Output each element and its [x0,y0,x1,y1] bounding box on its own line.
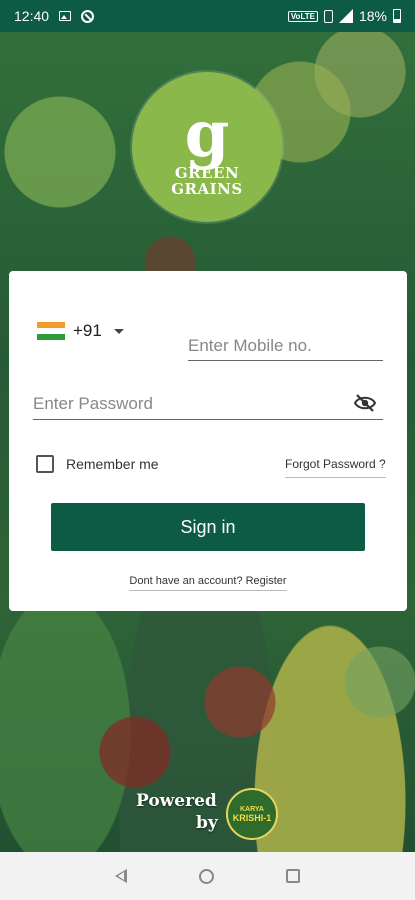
blocked-circle-icon [81,9,95,23]
volte-badge: VoLTE [287,10,318,22]
recents-icon[interactable] [286,869,300,883]
visibility-off-icon[interactable] [353,393,377,413]
home-icon[interactable] [199,868,214,884]
chevron-down-icon [113,328,124,334]
partner-logo: KARYA KRISHI-1 [226,788,278,840]
status-bar-left: 12:40 [14,8,95,24]
logo-line2: GRAINS [171,180,243,198]
remember-label: Remember me [66,456,159,472]
powered-by: Powered by [136,790,218,834]
country-code-picker[interactable]: +91 [37,321,124,341]
login-card: +91 Remember me Forgot Password ? Sign i… [9,271,407,611]
logo-line1: GREEN [174,164,240,182]
register-link[interactable]: Dont have an account? Register [129,575,287,591]
india-flag-icon [37,321,65,341]
partner-small-text: KARYA [240,805,264,813]
vibrate-icon [323,9,333,23]
back-icon[interactable] [115,869,127,883]
mobile-input[interactable] [188,331,383,360]
status-bar-right: VoLTE 18% [287,8,401,24]
green-grains-logo: g GREEN GRAINS [132,72,282,222]
sign-in-button[interactable]: Sign in [51,503,365,551]
system-nav-bar [0,852,415,900]
battery-percent: 18% [358,8,387,24]
signal-icon [338,9,353,23]
forgot-password-link[interactable]: Forgot Password ? [285,457,386,478]
powered-line2: by [196,813,218,833]
partner-main-text: KRISHI-1 [232,812,272,823]
logo-mark: g [184,97,230,172]
remember-checkbox[interactable] [36,455,54,473]
country-code: +91 [73,321,102,340]
image-icon [59,11,72,21]
password-input[interactable] [33,388,383,419]
powered-line1: Powered [136,791,217,811]
password-field [33,388,383,420]
clock: 12:40 [14,8,50,24]
mobile-field [188,331,383,361]
status-bar: 12:40 VoLTE 18% [0,0,415,32]
register-row: Dont have an account? Register [9,575,407,591]
remember-me[interactable]: Remember me [36,455,159,473]
battery-icon [393,9,401,23]
